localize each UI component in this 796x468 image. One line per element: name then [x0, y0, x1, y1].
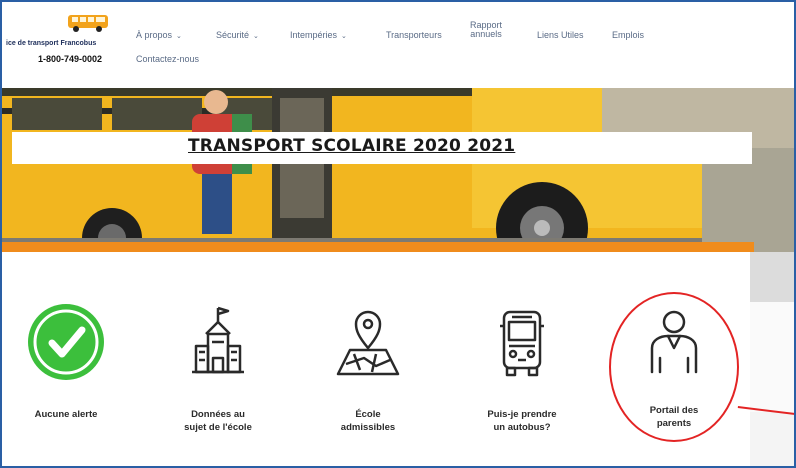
side-panel-content [750, 302, 794, 412]
highlight-circle-annotation [609, 292, 739, 442]
card-label: Puis-je prendre un autobus? [452, 408, 592, 434]
hero-banner: TRANSPORT SCOLAIRE 2020 2021 [2, 88, 794, 252]
side-panel-image [750, 252, 794, 302]
nav-label: Emplois [612, 30, 645, 40]
card-label-line1: Données au [191, 409, 245, 420]
site-logo[interactable]: ice de transport Francobus 1-800-749-000… [6, 10, 118, 72]
logo-bus-icon [68, 15, 108, 32]
card-label: Données au sujet de l'école [148, 408, 288, 434]
brand-name: ice de transport Francobus [6, 40, 97, 47]
nav-label: Contactez-nous [136, 54, 200, 64]
nav-label: Liens Utiles [537, 30, 584, 40]
site-header: ice de transport Francobus 1-800-749-000… [2, 2, 794, 88]
nav-item-transporteurs[interactable]: Transporteurs [386, 30, 442, 40]
card-label-line1: École [355, 409, 381, 420]
card-label-line2: admissibles [340, 422, 396, 433]
page-frame: ice de transport Francobus 1-800-749-000… [0, 0, 796, 468]
card-label-line2: sujet de l'école [184, 422, 252, 433]
check-circle-icon [28, 304, 104, 380]
hero-accent-bar [2, 242, 754, 252]
nav-item-a-propos[interactable]: À propos ⌄ [136, 30, 182, 40]
card-label-line1: Aucune alerte [34, 409, 98, 420]
chevron-down-icon: ⌄ [176, 33, 182, 40]
nav-item-contactez-nous[interactable]: Contactez-nous [136, 54, 199, 64]
school-icon [192, 306, 244, 374]
card-label-line2: un autobus? [493, 422, 551, 433]
card-label: École admissibles [298, 408, 438, 434]
nav-label: Sécurité [216, 30, 250, 40]
nav-label: annuels [470, 29, 502, 39]
card-label-line1: Puis-je prendre [487, 409, 557, 420]
card-donnees-ecole[interactable]: Données au sujet de l'école [148, 302, 288, 452]
nav-item-intemperies[interactable]: Intempéries ⌄ [290, 30, 347, 40]
bus-icon [500, 310, 544, 377]
card-aucune-alerte[interactable]: Aucune alerte [2, 302, 136, 452]
nav-label: À propos [136, 30, 173, 40]
nav-label: Intempéries [290, 30, 338, 40]
main-nav: À propos ⌄ Sécurité ⌄ Intempéries ⌄ Transpo… [132, 16, 692, 76]
chevron-down-icon: ⌄ [341, 33, 347, 40]
nav-item-liens-utiles[interactable]: Liens Utiles [537, 30, 584, 40]
nav-label: Transporteurs [386, 30, 442, 40]
card-ecole-admissibles[interactable]: École admissibles [298, 302, 438, 452]
card-label: Aucune alerte [2, 408, 136, 421]
brand-phone: 1-800-749-0002 [38, 54, 103, 64]
nav-item-emplois[interactable]: Emplois [612, 30, 644, 40]
nav-item-securite[interactable]: Sécurité ⌄ [216, 30, 259, 40]
card-puis-je-prendre-autobus[interactable]: Puis-je prendre un autobus? [452, 302, 592, 452]
hero-title: TRANSPORT SCOLAIRE 2020 2021 [188, 136, 516, 156]
nav-item-rapport-annuels[interactable]: Rapport annuels [470, 21, 502, 39]
hero-school-bus-image [2, 88, 794, 252]
map-pin-icon [336, 310, 400, 376]
chevron-down-icon: ⌄ [253, 33, 259, 40]
